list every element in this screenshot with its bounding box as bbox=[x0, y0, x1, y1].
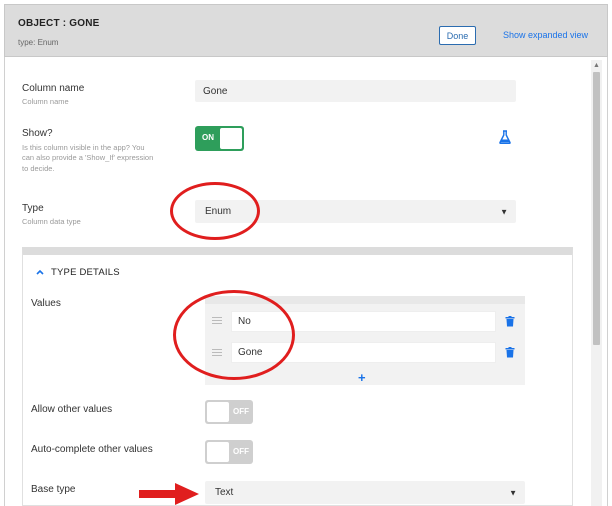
base-type-label: Base type bbox=[31, 484, 76, 495]
annotation-circle bbox=[173, 290, 295, 380]
scrollbar-thumb[interactable] bbox=[593, 72, 600, 345]
toggle-knob bbox=[207, 442, 229, 462]
done-button[interactable]: Done bbox=[439, 26, 476, 45]
allow-other-values-label: Allow other values bbox=[31, 404, 113, 415]
allow-other-toggle-label: OFF bbox=[233, 407, 249, 416]
autocomplete-toggle-label: OFF bbox=[233, 447, 249, 456]
annotation-circle bbox=[170, 182, 260, 240]
allow-other-values-toggle[interactable]: OFF bbox=[205, 400, 253, 424]
show-hint-line2: can also provide a 'Show_If' expression bbox=[22, 153, 154, 162]
autocomplete-other-values-label: Auto-complete other values bbox=[31, 444, 153, 455]
show-expanded-view-link[interactable]: Show expanded view bbox=[503, 30, 588, 40]
column-name-value: Gone bbox=[203, 85, 228, 97]
show-hint-line1: Is this column visible in the app? You bbox=[22, 143, 145, 152]
show-label: Show? bbox=[22, 128, 53, 139]
type-hint: Column data type bbox=[22, 217, 81, 226]
scrollbar[interactable]: ▲ bbox=[591, 60, 602, 506]
add-value-plus-icon[interactable]: + bbox=[358, 371, 366, 384]
show-hint-line3: to decide. bbox=[22, 164, 55, 173]
object-type-subtitle: type: Enum bbox=[18, 38, 59, 47]
object-header: OBJECT : GONE type: Enum Done Show expan… bbox=[4, 4, 608, 57]
show-toggle[interactable]: ON bbox=[195, 126, 244, 151]
column-name-hint: Column name bbox=[22, 97, 69, 106]
dropdown-arrow-icon: ▼ bbox=[500, 207, 508, 216]
dropdown-arrow-icon: ▼ bbox=[509, 488, 517, 497]
scroll-up-arrow-icon[interactable]: ▲ bbox=[591, 62, 602, 70]
annotation-arrow-icon bbox=[139, 483, 199, 505]
base-type-value: Text bbox=[215, 487, 234, 498]
type-label: Type bbox=[22, 203, 44, 214]
type-details-heading[interactable]: TYPE DETAILS bbox=[51, 267, 120, 278]
autocomplete-other-values-toggle[interactable]: OFF bbox=[205, 440, 253, 464]
caret-up-icon[interactable] bbox=[35, 268, 45, 276]
toggle-knob bbox=[207, 402, 229, 422]
base-type-select[interactable]: Text ▼ bbox=[205, 481, 525, 504]
trash-icon[interactable] bbox=[505, 316, 515, 327]
values-label: Values bbox=[31, 298, 61, 309]
column-name-label: Column name bbox=[22, 83, 85, 94]
column-name-input[interactable]: Gone bbox=[195, 80, 516, 102]
show-toggle-label: ON bbox=[202, 133, 214, 142]
flask-icon[interactable] bbox=[499, 130, 511, 144]
trash-icon[interactable] bbox=[505, 347, 515, 358]
toggle-knob bbox=[220, 128, 242, 149]
object-title: OBJECT : GONE bbox=[18, 18, 100, 29]
